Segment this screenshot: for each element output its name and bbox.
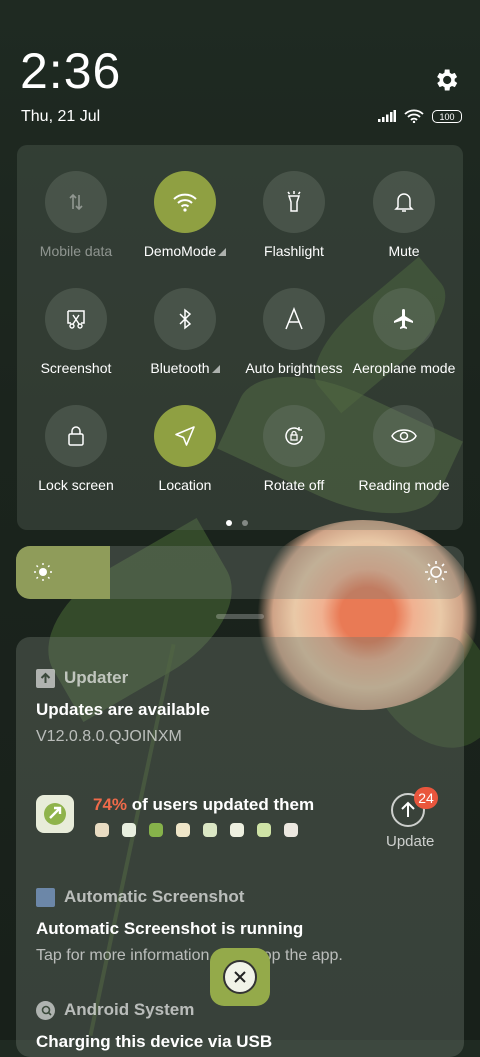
tile-label: Auto brightness [245, 360, 343, 376]
battery-icon: 100 [432, 109, 462, 123]
drag-handle[interactable] [216, 614, 264, 619]
mini-app-icon [122, 823, 136, 837]
brightness-slider[interactable] [16, 546, 464, 599]
update-stats: 74% of users updated them [93, 795, 314, 815]
date-label[interactable]: Thu, 21 Jul [21, 108, 100, 126]
airplane-icon [373, 288, 435, 350]
updater-logo-icon [36, 795, 74, 833]
android-system-icon [36, 1000, 55, 1020]
mini-app-icon [230, 823, 244, 837]
tile-reading-mode[interactable]: Reading mode [349, 405, 459, 493]
tile-location[interactable]: Location [130, 405, 240, 493]
page-dot [242, 520, 248, 526]
mini-app-icon [284, 823, 298, 837]
mini-app-icon [257, 823, 271, 837]
tile-screenshot[interactable]: Screenshot [21, 288, 131, 376]
tile-bluetooth[interactable]: Bluetooth [130, 288, 240, 376]
lock-icon [45, 405, 107, 467]
page-indicator [226, 520, 248, 526]
app-icon-row [95, 823, 298, 837]
brightness-low-icon [34, 563, 52, 581]
notification-text: Tap for more information or to stop the … [36, 947, 343, 964]
tile-label: DemoMode [143, 243, 217, 259]
tile-label: Mobile data [39, 243, 113, 259]
mini-app-icon [149, 823, 163, 837]
tile-label: Aeroplane mode [352, 360, 456, 376]
update-count-badge: 24 [414, 787, 438, 809]
close-icon [223, 960, 257, 994]
quick-settings-panel: Mobile data DemoMode Flashlight Mute Scr… [17, 145, 463, 530]
auto-brightness-icon [263, 288, 325, 350]
floating-close-button[interactable] [210, 948, 270, 1006]
screenshot-icon [45, 288, 107, 350]
brightness-high-icon [425, 561, 447, 583]
updater-app-icon [36, 668, 55, 688]
notification-title: Charging this device via USB [36, 1032, 273, 1051]
status-icons: 100 [378, 109, 462, 123]
mini-app-icon [95, 823, 109, 837]
notification-title: Updates are available [36, 700, 210, 719]
update-label: Update [386, 833, 435, 850]
update-percent: 74% [93, 795, 128, 814]
app-name: Automatic Screenshot [64, 887, 245, 906]
tile-mobile-data[interactable]: Mobile data [21, 171, 131, 259]
clock[interactable]: 2:36 [20, 46, 121, 96]
tile-label: Mute [388, 243, 420, 259]
version-text: V12.0.8.0.QJOINXM [36, 728, 182, 745]
tile-label: Flashlight [264, 243, 324, 259]
tile-flashlight[interactable]: Flashlight [239, 171, 349, 259]
mini-app-icon [203, 823, 217, 837]
page-dot-active [226, 520, 232, 526]
wifi-status-icon [404, 109, 424, 123]
tile-auto-brightness[interactable]: Auto brightness [239, 288, 349, 376]
mobile-data-icon [45, 171, 107, 233]
flashlight-icon [263, 171, 325, 233]
notification-app-header: Android System [36, 1000, 194, 1020]
brightness-fill [16, 546, 111, 599]
update-percent-text: of users updated them [131, 795, 315, 814]
tile-aeroplane-mode[interactable]: Aeroplane mode [349, 288, 459, 376]
settings-gear-icon[interactable] [432, 66, 460, 94]
bell-icon [373, 171, 435, 233]
tile-label: Lock screen [38, 477, 114, 493]
location-arrow-icon [154, 405, 216, 467]
notification-app-header: Automatic Screenshot [36, 887, 244, 907]
tile-label: Bluetooth [150, 360, 210, 376]
screenshot-app-icon [36, 887, 55, 907]
tile-demomode[interactable]: DemoMode [130, 171, 240, 259]
mini-app-icon [176, 823, 190, 837]
tile-label: Location [158, 477, 212, 493]
app-name: Android System [64, 1000, 195, 1019]
tile-mute[interactable]: Mute [349, 171, 459, 259]
bluetooth-icon [154, 288, 216, 350]
tile-lock-screen[interactable]: Lock screen [21, 405, 131, 493]
tile-rotate-off[interactable]: Rotate off [239, 405, 349, 493]
expand-triangle-icon [211, 365, 220, 373]
signal-icon [378, 110, 396, 122]
wifi-icon [154, 171, 216, 233]
expand-triangle-icon [218, 248, 227, 256]
eye-icon [373, 405, 435, 467]
rotate-lock-icon [263, 405, 325, 467]
app-name: Updater [64, 668, 129, 687]
notification-title: Automatic Screenshot is running [36, 919, 304, 938]
tile-label: Reading mode [358, 477, 450, 493]
tile-label: Screenshot [40, 360, 112, 376]
notification-app-header: Updater [36, 668, 128, 688]
tile-label: Rotate off [263, 477, 325, 493]
